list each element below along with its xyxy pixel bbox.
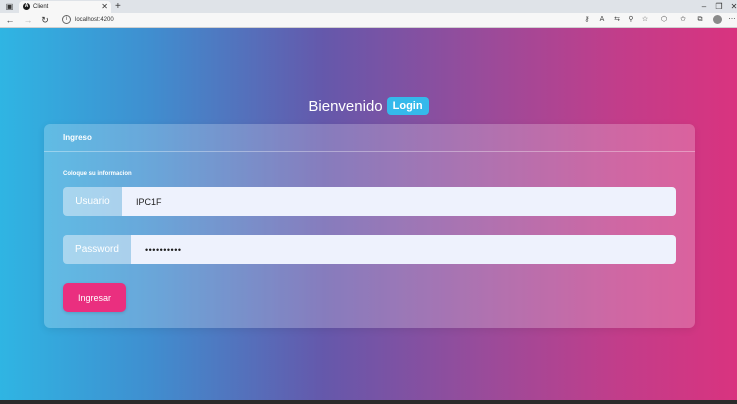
favorites-icon[interactable]: ✩: [678, 15, 688, 25]
card-header: Ingreso: [44, 124, 695, 152]
ingresar-button[interactable]: Ingresar: [63, 283, 126, 312]
forward-icon[interactable]: →: [22, 14, 34, 26]
page-background: Bienvenido Login Ingreso Coloque su info…: [0, 28, 737, 400]
login-card: Ingreso Coloque su informacion Usuario P…: [44, 124, 695, 328]
form-instruction: Coloque su informacion: [63, 171, 132, 177]
password-input[interactable]: [131, 235, 676, 264]
url-field[interactable]: localhost:4200: [75, 14, 114, 26]
key-icon[interactable]: ⚷: [582, 15, 592, 25]
back-icon[interactable]: ←: [4, 14, 16, 26]
password-label: Password: [63, 235, 131, 264]
translate-icon[interactable]: ⇆: [612, 15, 622, 25]
username-input[interactable]: [122, 187, 676, 216]
site-info-icon[interactable]: i: [62, 15, 71, 24]
reload-icon[interactable]: ↻: [39, 14, 51, 26]
close-window-icon[interactable]: ✕: [727, 0, 737, 13]
read-aloud-icon[interactable]: A: [597, 15, 607, 25]
taskbar-edge: [0, 400, 737, 404]
browser-tab-bar: ▣ A Client ✕ + – ❐ ✕: [0, 0, 737, 13]
welcome-text: Bienvenido: [308, 97, 383, 115]
welcome-heading: Bienvenido Login: [0, 95, 737, 117]
card-header-title: Ingreso: [63, 133, 92, 142]
profile-avatar[interactable]: [713, 15, 722, 24]
restore-icon[interactable]: ❐: [712, 0, 726, 13]
tab-close-icon[interactable]: ✕: [101, 1, 108, 13]
extensions-icon[interactable]: ⬡: [659, 15, 669, 25]
minimize-icon[interactable]: –: [697, 0, 711, 13]
username-label: Usuario: [63, 187, 122, 216]
favorite-star-icon[interactable]: ☆: [640, 15, 650, 25]
username-group: Usuario: [63, 187, 676, 216]
zoom-icon[interactable]: ⚲: [626, 15, 636, 25]
collections-icon[interactable]: ⧉: [695, 15, 705, 25]
tab-title: Client: [33, 4, 49, 10]
more-menu-icon[interactable]: ⋯: [727, 15, 737, 25]
new-tab-icon[interactable]: +: [115, 0, 121, 13]
password-group: Password: [63, 235, 676, 264]
angular-favicon-icon: A: [23, 3, 30, 10]
tab-actions-icon[interactable]: ▣: [5, 2, 14, 11]
browser-tab[interactable]: A Client ✕: [19, 1, 111, 13]
browser-address-bar: ← → ↻ i localhost:4200 ⚷ A ⇆ ⚲ ☆ ⬡ ✩ ⧉ ⋯: [0, 13, 737, 28]
login-badge: Login: [386, 97, 429, 115]
